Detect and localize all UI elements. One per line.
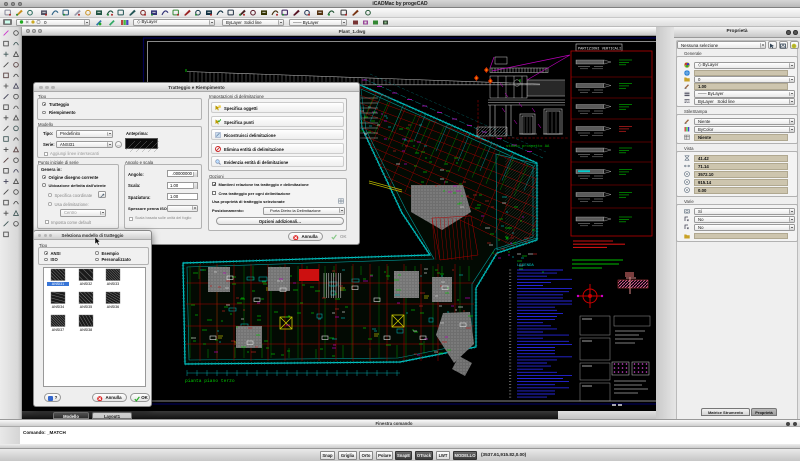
svg-text:0: 0 xyxy=(44,20,47,25)
svg-text:stadio prospetto AA: stadio prospetto AA xyxy=(506,144,550,149)
svg-text:pianta piano terzo: pianta piano terzo xyxy=(185,378,235,384)
svg-text:LEGENDA: LEGENDA xyxy=(517,264,534,268)
